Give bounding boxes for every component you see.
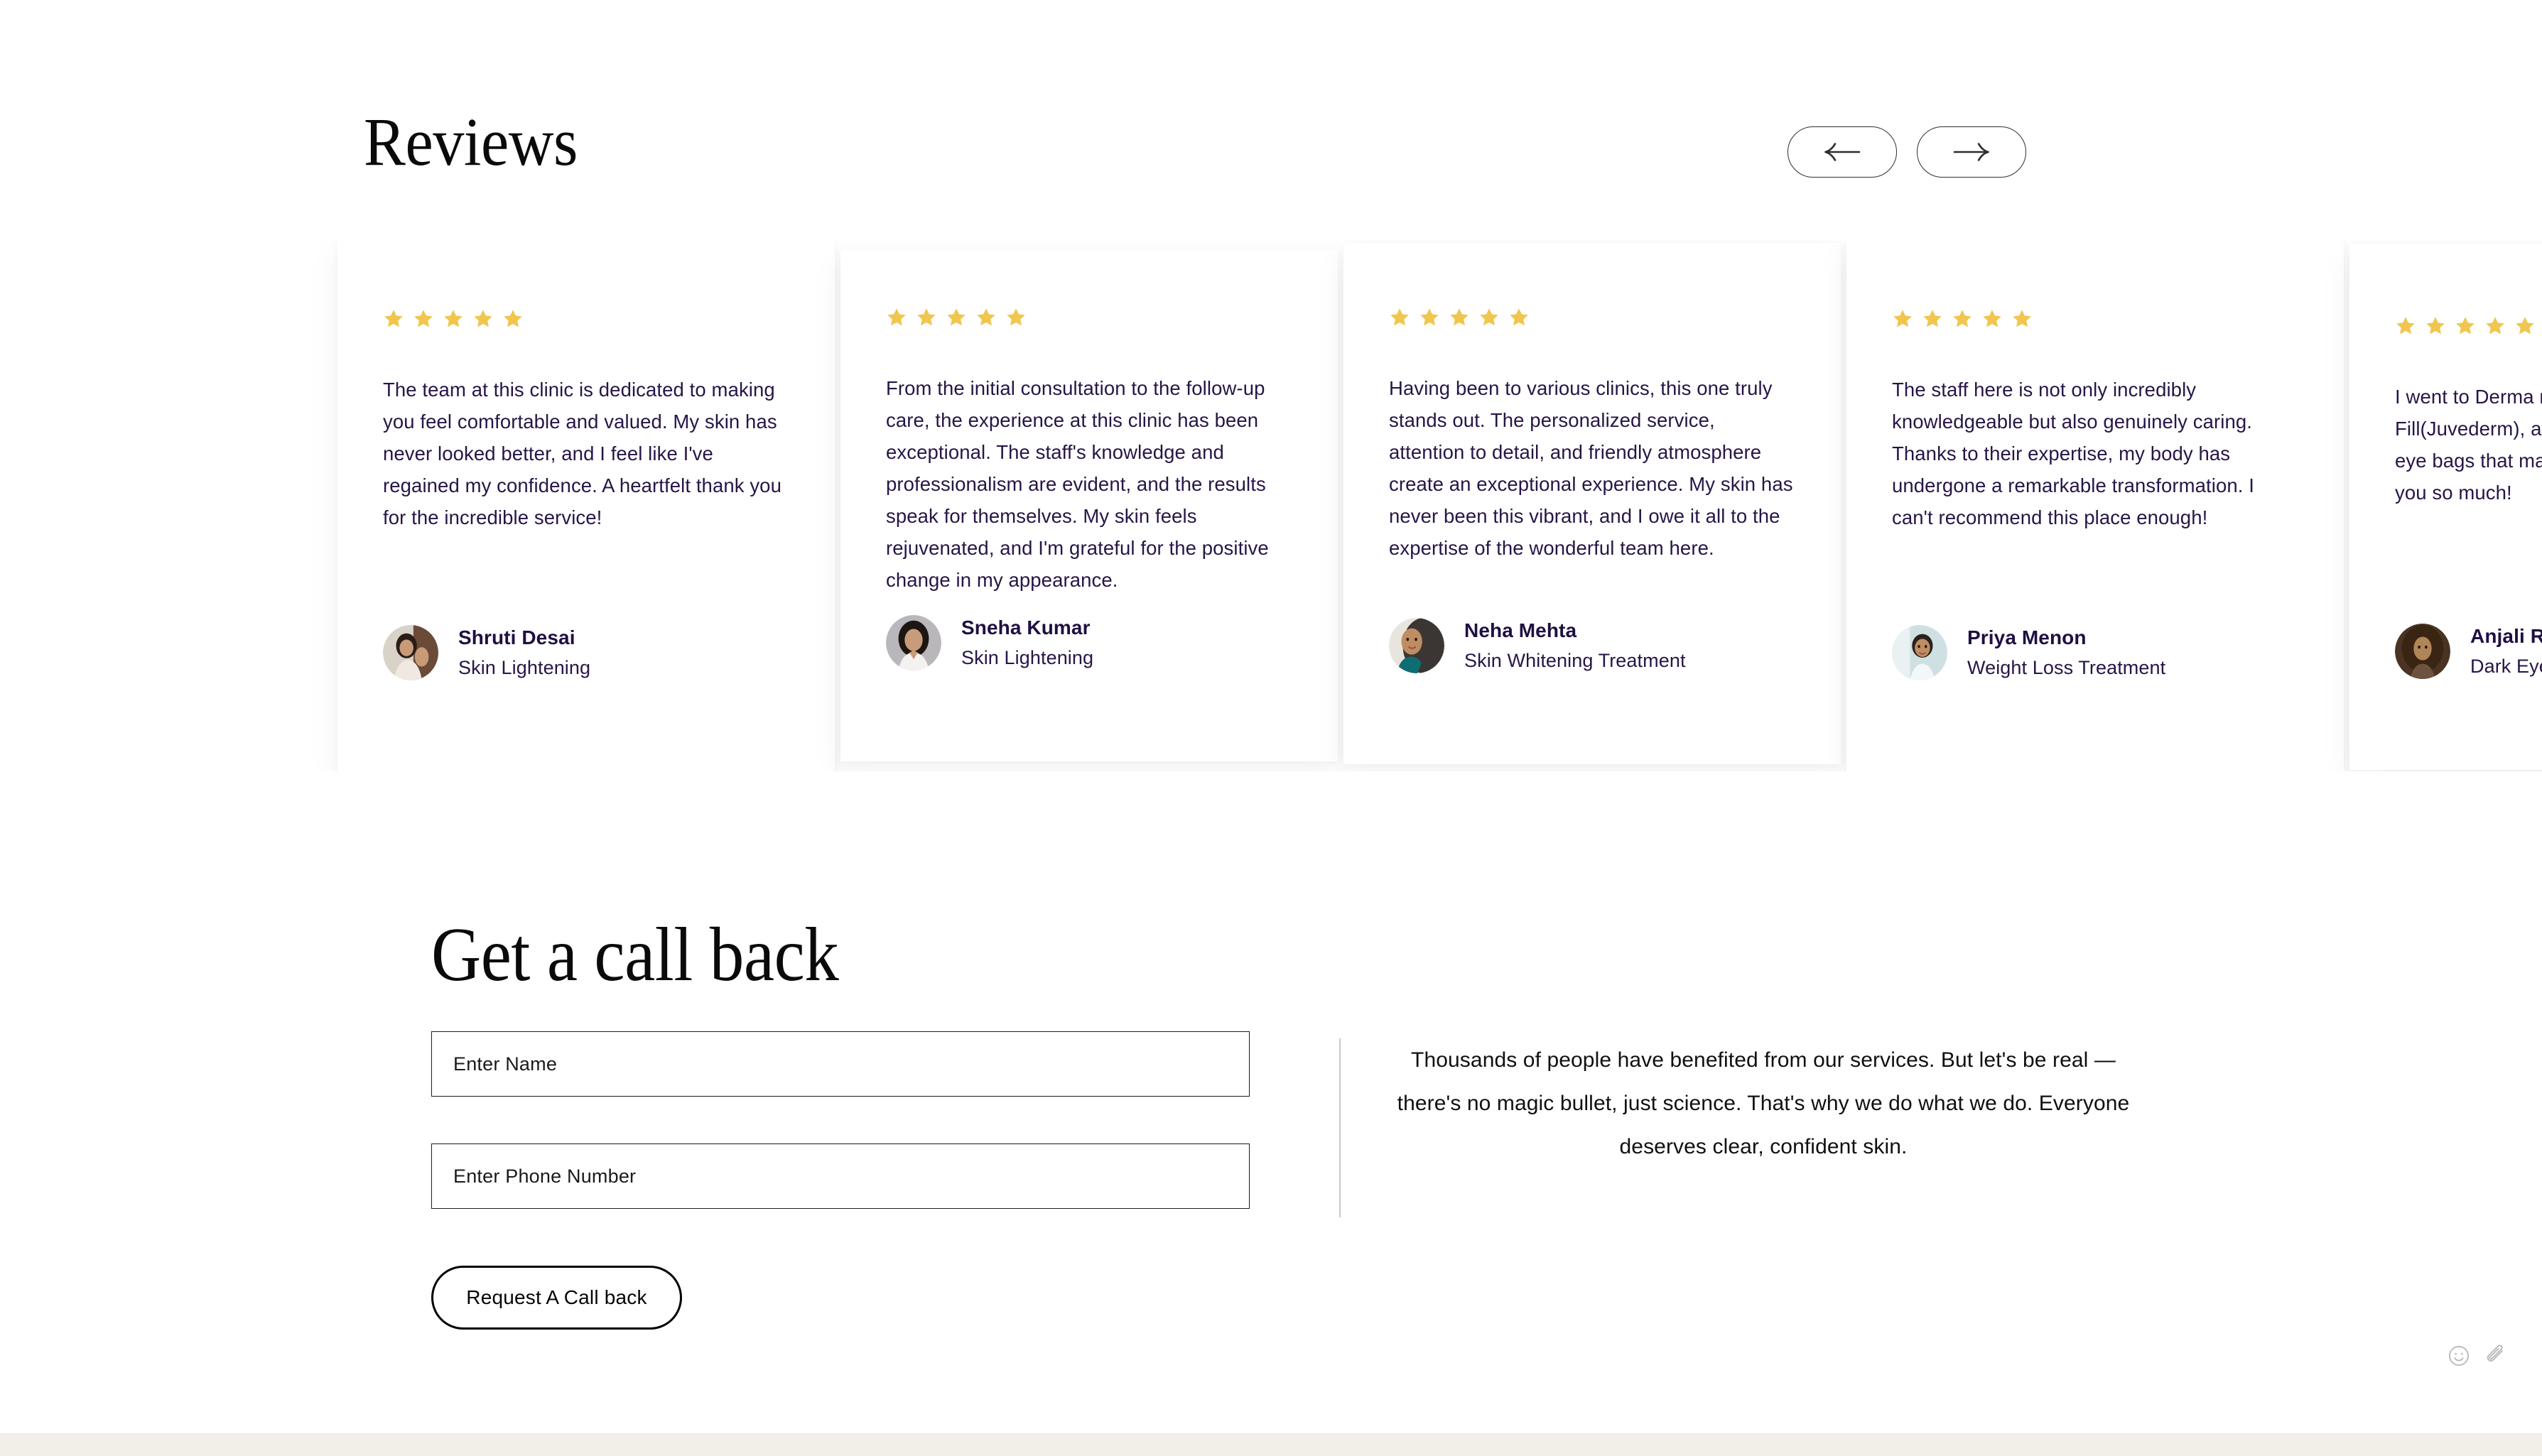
request-callback-button[interactable]: Request A Call back — [431, 1266, 682, 1330]
reviewer-name: Shruti Desai — [458, 626, 575, 648]
star-rating — [383, 308, 789, 332]
reviewer-service: Weight Loss Treatment — [1967, 657, 2166, 678]
reviewer: Anjali Rao Dark Eye Circles — [2395, 624, 2542, 679]
reviewer: Shruti Desai Skin Lightening — [383, 625, 590, 680]
arrow-left-icon — [1824, 141, 1861, 163]
star-icon — [2514, 315, 2536, 337]
star-icon — [2484, 315, 2506, 337]
callback-section: Get a call back Request A Call back Thou… — [0, 881, 2542, 1378]
avatar — [1892, 625, 1947, 680]
star-icon — [1952, 308, 1973, 330]
review-text: Having been to various clinics, this one… — [1389, 377, 1793, 559]
reviewer-service: Dark Eye Circles — [2470, 656, 2542, 677]
star-icon — [1508, 307, 1530, 328]
star-rating — [2395, 315, 2542, 339]
star-icon — [1389, 307, 1410, 328]
star-icon — [1478, 307, 1500, 328]
star-icon — [472, 308, 494, 330]
callback-aside-text: Thousands of people have benefited from … — [1397, 1048, 2130, 1158]
reviewer: Sneha Kumar Skin Lightening — [886, 615, 1093, 670]
star-icon — [2395, 315, 2416, 337]
star-icon — [886, 307, 907, 328]
reviewer-service: Skin Whitening Treatment — [1464, 650, 1686, 671]
reviewer: Priya Menon Weight Loss Treatment — [1892, 625, 2165, 680]
star-icon — [502, 308, 524, 330]
review-text: I went to Derma me for Under Eye Fill(Ju… — [2395, 386, 2542, 504]
star-icon — [1005, 307, 1027, 328]
reviews-header: Reviews — [364, 104, 2389, 192]
page-title: Reviews — [364, 104, 578, 180]
callback-title: Get a call back — [431, 913, 839, 997]
avatar — [2395, 624, 2450, 679]
review-card[interactable]: The team at this clinic is dedicated to … — [337, 240, 835, 771]
carousel-nav — [1787, 126, 2026, 178]
review-card[interactable]: The staff here is not only incredibly kn… — [1846, 240, 2344, 771]
callback-aside: Thousands of people have benefited from … — [1339, 1038, 2135, 1217]
phone-input[interactable] — [431, 1143, 1250, 1209]
review-card[interactable]: Having been to various clinics, this one… — [1343, 243, 1841, 764]
review-card[interactable]: From the initial consultation to the fol… — [840, 250, 1338, 761]
star-rating — [1892, 308, 2298, 332]
avatar — [1389, 618, 1444, 673]
reviewer-name: Neha Mehta — [1464, 619, 1577, 641]
star-icon — [975, 307, 997, 328]
carousel-next-button[interactable] — [1917, 126, 2026, 178]
name-input[interactable] — [431, 1031, 1250, 1097]
star-icon — [2455, 315, 2476, 337]
avatar — [383, 625, 438, 680]
reviewer: Neha Mehta Skin Whitening Treatment — [1389, 618, 1686, 673]
reviewer-name: Anjali Rao — [2470, 625, 2542, 647]
star-icon — [2011, 308, 2033, 330]
bottom-strip — [0, 1433, 2542, 1456]
carousel-prev-button[interactable] — [1787, 126, 1897, 178]
review-text: From the initial consultation to the fol… — [886, 377, 1269, 591]
callback-form: Request A Call back — [431, 1031, 1250, 1330]
smiley-icon[interactable] — [2447, 1344, 2471, 1368]
star-icon — [443, 308, 464, 330]
paperclip-icon[interactable] — [2484, 1344, 2508, 1368]
star-icon — [2425, 315, 2446, 337]
review-card[interactable]: I went to Derma me for Under Eye Fill(Ju… — [2349, 244, 2542, 770]
star-icon — [413, 308, 434, 330]
reviewer-service: Skin Lightening — [961, 647, 1094, 668]
star-icon — [1449, 307, 1470, 328]
star-icon — [1419, 307, 1440, 328]
carousel-track: The team at this clinic is dedicated to … — [337, 240, 2542, 771]
star-icon — [946, 307, 967, 328]
star-icon — [1922, 308, 1943, 330]
star-icon — [1981, 308, 2003, 330]
reviewer-name: Priya Menon — [1967, 626, 2087, 648]
star-icon — [916, 307, 937, 328]
reviews-carousel[interactable]: The team at this clinic is dedicated to … — [0, 240, 2542, 771]
star-icon — [383, 308, 404, 330]
reviews-section: Reviews The team at this clinic is dedic… — [0, 0, 2542, 788]
arrow-right-icon — [1953, 141, 1990, 163]
avatar — [886, 615, 941, 670]
reviewer-service: Skin Lightening — [458, 657, 591, 678]
review-text: The team at this clinic is dedicated to … — [383, 379, 781, 528]
star-rating — [886, 307, 1292, 331]
chat-widget-icons — [2447, 1344, 2508, 1368]
star-rating — [1389, 307, 1795, 331]
star-icon — [1892, 308, 1913, 330]
reviewer-name: Sneha Kumar — [961, 616, 1091, 639]
review-text: The staff here is not only incredibly kn… — [1892, 379, 2254, 528]
